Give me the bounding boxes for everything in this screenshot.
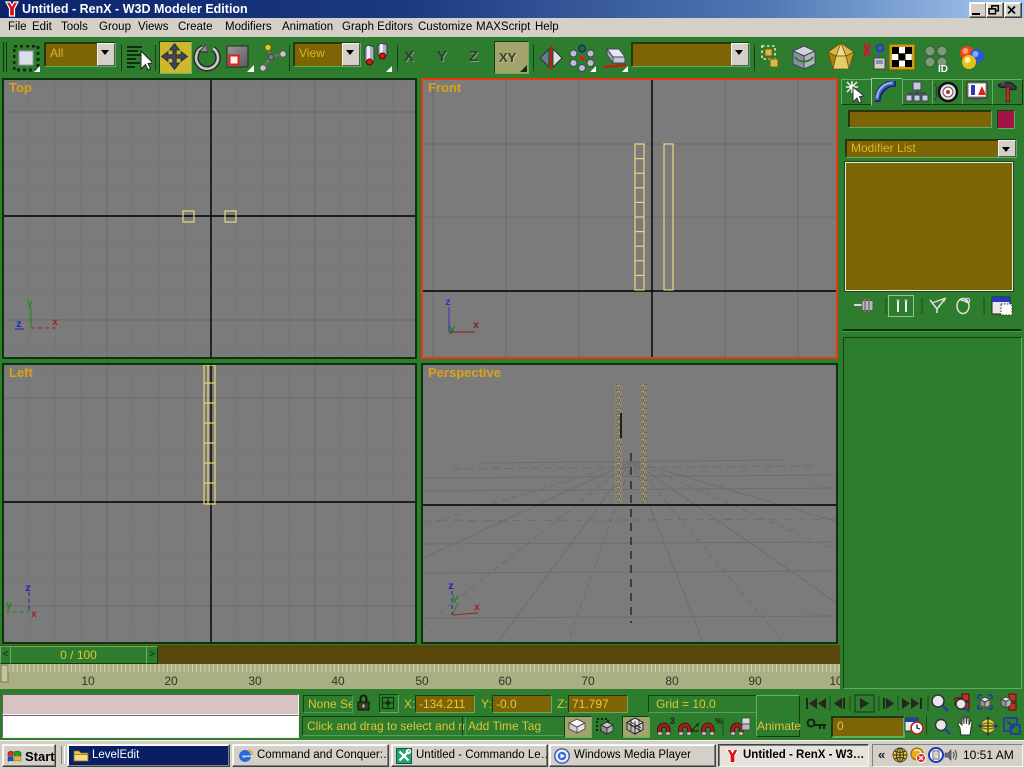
svg-text:z: z	[448, 582, 454, 593]
svg-text:20: 20	[164, 674, 178, 688]
svg-text:40: 40	[331, 674, 345, 688]
svg-text:y: y	[449, 325, 455, 336]
svg-text:y: y	[6, 601, 12, 612]
svg-text:y: y	[452, 594, 458, 605]
svg-text:z: z	[25, 584, 31, 595]
svg-text:80: 80	[665, 674, 679, 688]
svg-text:3: 3	[670, 716, 675, 726]
svg-text:x: x	[31, 610, 37, 621]
svg-text:70: 70	[581, 674, 595, 688]
svg-text:z: z	[445, 298, 451, 309]
svg-text:10: 10	[829, 674, 840, 688]
svg-text:y: y	[27, 299, 33, 310]
svg-text:x: x	[52, 318, 58, 329]
svg-text:x: x	[473, 321, 479, 332]
svg-text:50: 50	[415, 674, 429, 688]
svg-text:90: 90	[748, 674, 762, 688]
svg-text:30: 30	[248, 674, 262, 688]
svg-text:%: %	[715, 717, 722, 726]
svg-text:ID: ID	[938, 64, 948, 73]
svg-text:x: x	[474, 603, 480, 614]
svg-text:60: 60	[498, 674, 512, 688]
svg-text:10: 10	[81, 674, 95, 688]
